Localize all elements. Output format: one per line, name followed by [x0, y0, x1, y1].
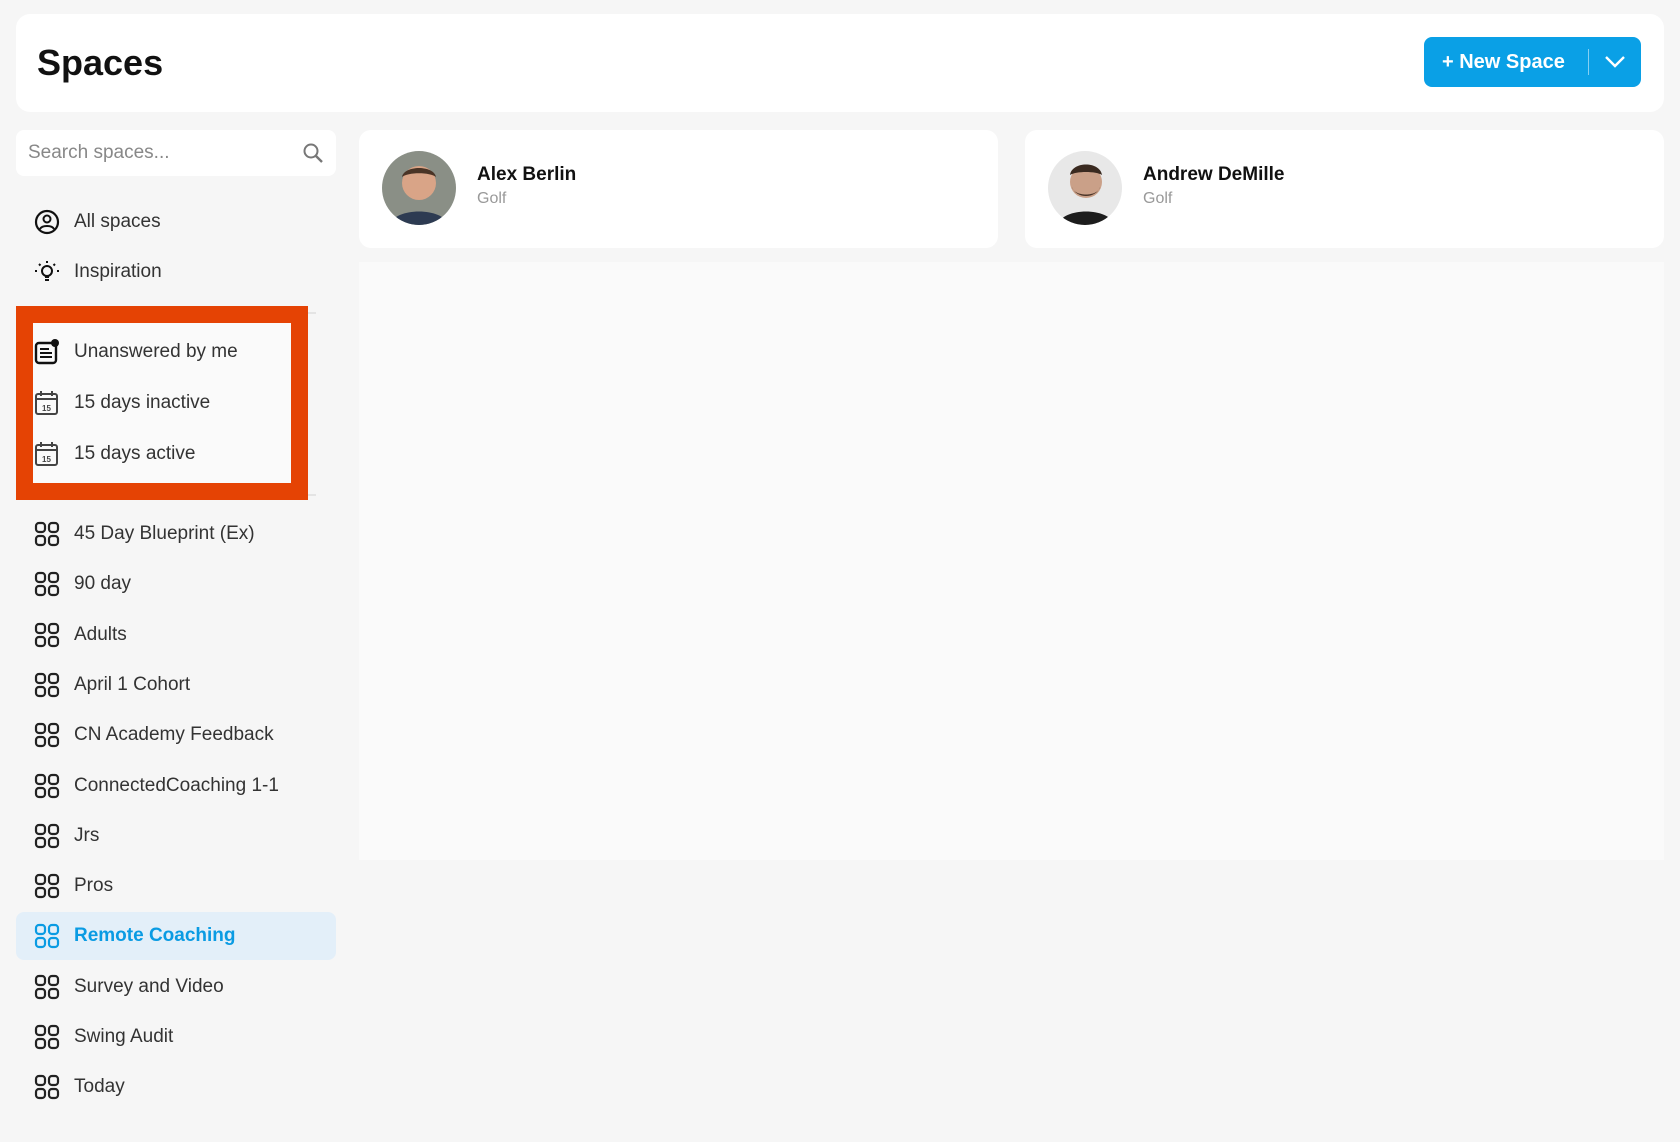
sidebar-item-label: April 1 Cohort [74, 673, 191, 695]
member-sport: Golf [1143, 190, 1173, 207]
sidebar-item-label: Jrs [74, 824, 100, 846]
sidebar-item-space[interactable]: ConnectedCoaching 1-1 [16, 762, 336, 810]
calendar-15-icon: 15 [35, 442, 58, 466]
member-name: Alex Berlin [477, 164, 577, 185]
new-space-button[interactable]: + New Space [1424, 37, 1641, 87]
new-space-label[interactable]: + New Space [1424, 51, 1588, 74]
search-spaces[interactable] [16, 130, 336, 176]
unanswered-icon [34, 339, 59, 365]
sidebar-item-label: Remote Coaching [74, 925, 236, 947]
header: Spaces + New Space [16, 14, 1664, 112]
grid-icon [34, 672, 60, 697]
sidebar-item-label: 45 Day Blueprint (Ex) [74, 523, 255, 544]
grid-icon [34, 924, 60, 949]
sidebar-item-all-spaces[interactable]: All spaces [16, 198, 336, 246]
grid-icon [34, 521, 60, 547]
sidebar-item-label: Swing Audit [74, 1026, 174, 1047]
sidebar-item-label: 15 days inactive [74, 392, 211, 413]
sidebar-item-space[interactable]: 45 Day Blueprint (Ex) [16, 510, 336, 558]
sidebar-item-space[interactable]: Survey and Video [16, 963, 336, 1011]
sidebar-item-label: Survey and Video [74, 975, 224, 997]
sidebar-item-label: 90 day [74, 573, 132, 595]
calendar-15-icon: 15 [35, 391, 58, 415]
sidebar-item-space[interactable]: CN Academy Feedback [16, 711, 336, 759]
sidebar-item-label: All spaces [74, 211, 161, 232]
sidebar-item-label: 15 days active [74, 443, 196, 464]
filter-15-days-active[interactable]: 15 15 days active [16, 430, 336, 478]
avatar [382, 151, 456, 225]
sidebar-item-label: Today [74, 1076, 125, 1098]
avatar [1048, 151, 1122, 225]
lightbulb-icon [35, 261, 59, 281]
grid-icon [34, 723, 60, 748]
sidebar-item-space[interactable]: Today [16, 1063, 336, 1111]
filter-15-days-inactive[interactable]: 15 15 days inactive [16, 379, 336, 427]
sidebar-item-space[interactable]: Swing Audit [16, 1013, 336, 1061]
content-panel [359, 262, 1664, 860]
sidebar-item-space[interactable]: Remote Coaching [16, 912, 336, 961]
grid-icon [34, 873, 60, 899]
grid-icon [34, 773, 60, 798]
grid-icon [34, 823, 60, 848]
member-card[interactable]: Alex Berlin Golf [359, 130, 998, 248]
sidebar-item-label: ConnectedCoaching 1-1 [74, 774, 279, 796]
sidebar-item-space[interactable]: Pros [16, 862, 336, 910]
sidebar-item-space[interactable]: April 1 Cohort [16, 661, 336, 709]
sidebar-item-inspiration[interactable]: Inspiration [16, 248, 336, 296]
grid-icon [34, 572, 60, 597]
sidebar-item-label: Unanswered by me [74, 341, 238, 362]
user-circle-icon [34, 209, 60, 235]
sidebar-item-label: Adults [74, 623, 127, 645]
grid-icon [34, 622, 60, 647]
sidebar-item-label: Pros [74, 875, 114, 897]
member-name: Andrew DeMille [1143, 164, 1285, 185]
filter-unanswered[interactable]: Unanswered by me [16, 328, 336, 376]
chevron-down-icon[interactable] [1589, 55, 1641, 69]
search-input[interactable] [28, 142, 302, 164]
sidebar-item-label: CN Academy Feedback [74, 724, 274, 746]
grid-icon [34, 1024, 60, 1050]
sidebar-item-space[interactable]: Jrs [16, 812, 336, 860]
page-title: Spaces [37, 42, 164, 83]
svg-text:15: 15 [42, 455, 51, 464]
sidebar-item-label: Inspiration [74, 261, 162, 282]
sidebar-item-space[interactable]: 90 day [16, 560, 336, 608]
svg-text:15: 15 [42, 404, 51, 413]
sidebar-item-space[interactable]: Adults [16, 611, 336, 659]
grid-icon [34, 974, 60, 999]
grid-icon [34, 1075, 60, 1100]
member-card[interactable]: Andrew DeMille Golf [1025, 130, 1664, 248]
search-icon[interactable] [302, 142, 324, 164]
member-sport: Golf [477, 190, 507, 207]
